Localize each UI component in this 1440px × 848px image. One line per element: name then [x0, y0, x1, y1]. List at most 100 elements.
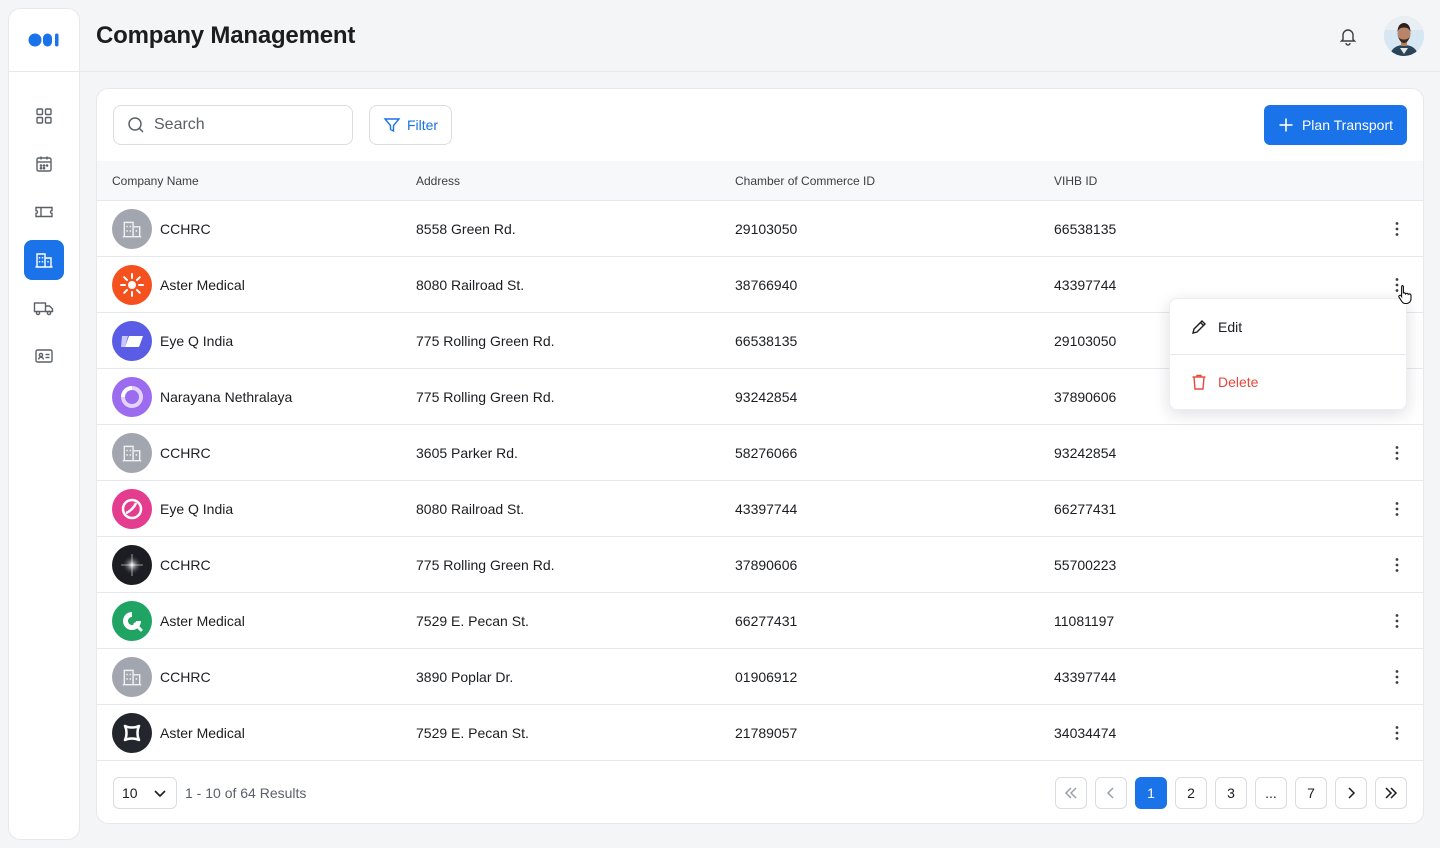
company-name-cell: Eye Q India [97, 488, 416, 529]
column-header-company-name[interactable]: Company Name [97, 174, 416, 188]
rows-per-page-select[interactable]: 10 [113, 777, 177, 809]
page-button-7[interactable]: 7 [1295, 777, 1327, 809]
vihb-id-cell: 43397744 [1054, 668, 1117, 685]
page-button-2[interactable]: 2 [1175, 777, 1207, 809]
rows-per-page-value: 10 [122, 785, 138, 801]
company-logo [112, 208, 152, 249]
filter-button[interactable]: Filter [369, 105, 452, 145]
truck-icon [33, 302, 54, 316]
company-name: Eye Q India [160, 500, 234, 517]
row-more-actions-icon[interactable] [1387, 665, 1407, 689]
coc-id-cell: 58276066 [735, 444, 798, 461]
coc-id-cell: 29103050 [735, 220, 798, 237]
calendar-icon [36, 156, 52, 172]
table-row[interactable]: CCHRC 8558 Green Rd. 29103050 66538135 [97, 201, 1423, 257]
prev-page-button[interactable] [1095, 777, 1127, 809]
next-page-button[interactable] [1335, 777, 1367, 809]
vihb-id-cell: 93242854 [1054, 444, 1117, 461]
table-row[interactable]: CCHRC 3890 Poplar Dr. 01906912 43397744 [97, 649, 1423, 705]
company-name-cell: CCHRC [97, 656, 416, 697]
address-cell: 8080 Railroad St. [416, 276, 525, 293]
column-header-vihb-id[interactable]: VIHB ID [1054, 174, 1354, 188]
trash-icon [1192, 374, 1206, 390]
double-chevron-left-icon [1064, 787, 1077, 799]
company-logo [112, 656, 152, 697]
vihb-id-cell: 34034474 [1054, 724, 1117, 741]
delete-menu-item[interactable]: Delete [1170, 354, 1406, 409]
avatar-image [1384, 15, 1424, 56]
company-name-cell: CCHRC [97, 544, 416, 585]
row-more-actions-icon[interactable] [1387, 497, 1407, 521]
last-page-button[interactable] [1375, 777, 1407, 809]
results-count: 1 - 10 of 64 Results [185, 785, 307, 801]
table-row[interactable]: Aster Medical 7529 E. Pecan St. 21789057 34… [97, 705, 1423, 761]
plan-transport-label: Plan Transport [1301, 117, 1394, 133]
address-cell: 7529 E. Pecan St. [416, 724, 529, 741]
address-cell: 8080 Railroad St. [416, 500, 525, 517]
address-cell: 775 Rolling Green Rd. [416, 388, 555, 405]
company-name-cell: Narayana Nethralaya [97, 376, 416, 417]
company-logo [112, 600, 152, 641]
edit-menu-item[interactable]: Edit [1170, 299, 1406, 354]
address-cell: 775 Rolling Green Rd. [416, 556, 555, 573]
company-table-card: Filter Plan Transport Company Name Addre… [96, 88, 1424, 824]
vihb-id-cell: 55700223 [1054, 556, 1117, 573]
row-more-actions-icon[interactable] [1387, 441, 1407, 465]
column-header-coc-id[interactable]: Chamber of Commerce ID [735, 174, 1054, 188]
double-chevron-right-icon [1385, 787, 1398, 799]
address-cell: 8558 Green Rd. [416, 220, 516, 237]
table-toolbar: Filter Plan Transport [97, 89, 1423, 161]
table-body: CCHRC 8558 Green Rd. 29103050 66538135 Aster… [97, 201, 1423, 761]
sidebar-item-contacts[interactable] [24, 336, 64, 376]
sidebar-item-tickets[interactable] [24, 192, 64, 232]
coc-id-cell: 01906912 [735, 668, 798, 685]
app-logo[interactable] [9, 9, 79, 72]
user-avatar[interactable] [1384, 15, 1424, 56]
company-name-cell: Eye Q India [97, 320, 416, 361]
company-name-cell: CCHRC [97, 208, 416, 249]
chevron-right-icon [1348, 787, 1356, 799]
company-name-cell: Aster Medical [97, 712, 416, 753]
ticket-icon [35, 206, 53, 218]
company-logo [112, 544, 152, 585]
top-header: Company Management [80, 0, 1440, 72]
sidebar-item-companies[interactable] [24, 240, 64, 280]
id-card-icon [35, 349, 53, 363]
pagination: 1 2 3 ... 7 [1055, 777, 1407, 809]
table-row[interactable]: CCHRC 3605 Parker Rd. 58276066 93242854 [97, 425, 1423, 481]
search-box[interactable] [113, 105, 353, 145]
company-name-cell: Aster Medical [97, 264, 416, 305]
row-more-actions-icon[interactable] [1387, 609, 1407, 633]
row-more-actions-icon[interactable] [1387, 217, 1407, 241]
grid-icon [36, 108, 52, 124]
vihb-id-cell: 43397744 [1054, 276, 1117, 293]
row-more-actions-icon[interactable] [1387, 721, 1407, 745]
company-name: Eye Q India [160, 332, 234, 349]
company-name: CCHRC [160, 668, 211, 685]
plan-transport-button[interactable]: Plan Transport [1264, 105, 1407, 145]
coc-id-cell: 66538135 [735, 332, 798, 349]
sidebar-item-calendar[interactable] [24, 144, 64, 184]
page-button-1[interactable]: 1 [1135, 777, 1167, 809]
table-row[interactable]: Aster Medical 7529 E. Pecan St. 66277431 11… [97, 593, 1423, 649]
first-page-button[interactable] [1055, 777, 1087, 809]
sidebar-item-transport[interactable] [24, 288, 64, 328]
company-name: Narayana Nethralaya [160, 388, 293, 405]
notification-bell-icon[interactable] [1338, 26, 1358, 46]
coc-id-cell: 37890606 [735, 556, 798, 573]
column-header-address[interactable]: Address [416, 174, 735, 188]
vihb-id-cell: 66538135 [1054, 220, 1117, 237]
coc-id-cell: 21789057 [735, 724, 798, 741]
sidebar-item-dashboard[interactable] [24, 96, 64, 136]
company-name: CCHRC [160, 556, 211, 573]
sidebar [8, 8, 80, 840]
building-icon [35, 253, 53, 268]
page-button-3[interactable]: 3 [1215, 777, 1247, 809]
row-more-actions-icon[interactable] [1387, 553, 1407, 577]
search-input[interactable] [154, 116, 334, 134]
company-name-cell: CCHRC [97, 432, 416, 473]
table-row[interactable]: Eye Q India 8080 Railroad St. 43397744 6627… [97, 481, 1423, 537]
address-cell: 3890 Poplar Dr. [416, 668, 514, 685]
company-logo [112, 488, 152, 529]
table-row[interactable]: CCHRC 775 Rolling Green Rd. 37890606 557002… [97, 537, 1423, 593]
